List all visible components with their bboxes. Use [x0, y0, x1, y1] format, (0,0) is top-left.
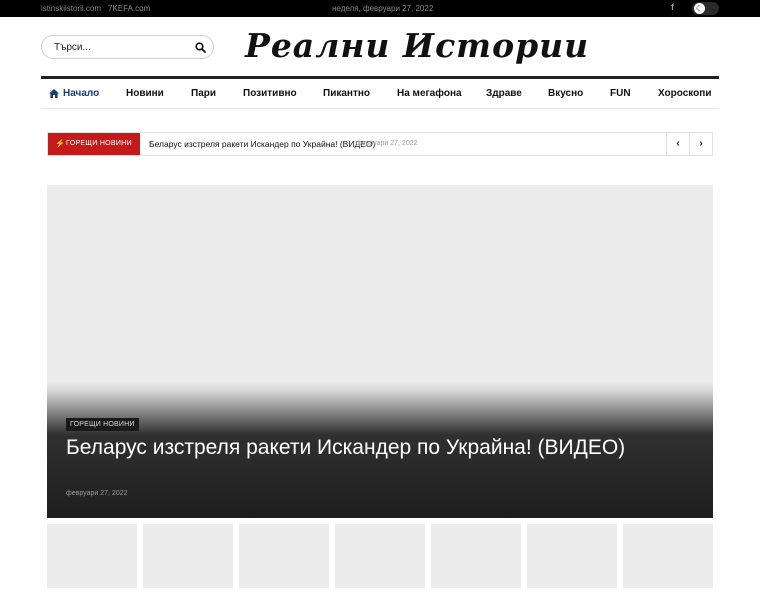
thumbnail-row [47, 524, 713, 600]
hero-title[interactable]: Беларус изстреля ракети Искандер по Укра… [66, 435, 626, 461]
search-input[interactable] [54, 40, 184, 55]
ticker-headline[interactable]: Беларус изстреля ракети Искандер по Укра… [149, 139, 375, 149]
thumbnail-card[interactable] [527, 524, 617, 588]
hero-date: февруари 27, 2022 [66, 490, 128, 497]
top-date: неделя, февруари 27, 2022 [332, 4, 434, 13]
thumbnail-card[interactable] [623, 524, 713, 588]
ticker-label-text: ГОРЕЩИ НОВИНИ [66, 140, 132, 147]
ticker-date: февруари 27, 2022 [356, 140, 418, 147]
moon-icon: ☾ [694, 3, 705, 14]
nav-item-horoscopes[interactable]: Хороскопи [658, 88, 711, 99]
thumbnail-card[interactable] [335, 524, 425, 588]
nav-item-megaphone[interactable]: На мегафона [397, 88, 462, 99]
search-icon[interactable] [195, 42, 206, 53]
thumbnail-card[interactable] [239, 524, 329, 588]
facebook-icon[interactable]: f [671, 2, 674, 12]
nav-item-spicy[interactable]: Пикантно [323, 88, 370, 99]
ticker-label: ⚡ ГОРЕЩИ НОВИНИ [48, 133, 140, 155]
nav-item-news[interactable]: Новини [126, 88, 164, 99]
bolt-icon: ⚡ [55, 139, 66, 148]
nav-item-home[interactable]: Начало [63, 88, 99, 99]
top-link-7kefa[interactable]: 7KEFA.com [108, 4, 150, 13]
thumbnail-card[interactable] [143, 524, 233, 588]
hero-category-badge[interactable]: ГОРЕЩИ НОВИНИ [66, 418, 139, 431]
nav-item-tasty[interactable]: Вкусно [548, 88, 583, 99]
dark-mode-toggle[interactable]: ☾ [692, 2, 719, 15]
top-bar: istinskiistorii.com 7KEFA.com неделя, фе… [0, 0, 760, 17]
thumbnail-card[interactable] [47, 524, 137, 588]
chevron-right-icon[interactable]: › [689, 133, 712, 155]
nav-item-money[interactable]: Пари [191, 88, 216, 99]
chevron-left-icon[interactable]: ‹ [666, 133, 689, 155]
breaking-news-ticker: ⚡ ГОРЕЩИ НОВИНИ Беларус изстреля ракети … [47, 132, 713, 156]
thumbnail-card[interactable] [431, 524, 521, 588]
top-link-istinskiistorii[interactable]: istinskiistorii.com [41, 4, 101, 13]
nav-item-positive[interactable]: Позитивно [243, 88, 297, 99]
search-box [41, 35, 214, 59]
site-logo[interactable]: Реални Истории [245, 24, 588, 68]
hero-article[interactable]: ГОРЕЩИ НОВИНИ Беларус изстреля ракети Ис… [47, 185, 713, 518]
main-nav: Начало Новини Пари Позитивно Пикантно На… [41, 76, 719, 109]
home-icon [49, 89, 59, 98]
nav-item-health[interactable]: Здраве [486, 88, 522, 99]
nav-item-fun[interactable]: FUN [610, 88, 631, 99]
top-links: istinskiistorii.com 7KEFA.com [41, 4, 150, 13]
